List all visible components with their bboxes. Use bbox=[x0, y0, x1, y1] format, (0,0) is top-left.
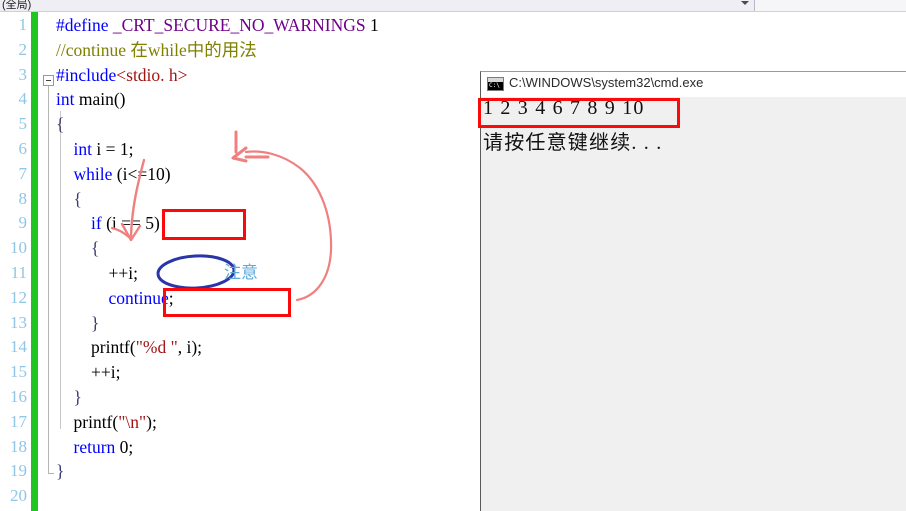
line-number: 3 bbox=[18, 64, 28, 84]
code-line[interactable]: //continue 在while中的用法 bbox=[56, 38, 257, 63]
code-line[interactable]: printf("\n"); bbox=[56, 410, 157, 435]
line-number: 19 bbox=[10, 461, 27, 481]
code-token: { bbox=[56, 238, 100, 259]
console-output-area[interactable]: 1 2 3 4 6 7 8 9 10 请按任意键继续. . . bbox=[481, 97, 906, 511]
line-number: 4 bbox=[18, 89, 28, 109]
highlight-box-condition bbox=[162, 209, 246, 240]
collapse-region-toggle[interactable] bbox=[43, 75, 54, 86]
code-token: #define bbox=[56, 15, 109, 35]
code-line[interactable]: { bbox=[56, 112, 64, 137]
line-number: 15 bbox=[10, 362, 27, 382]
code-line[interactable]: } bbox=[56, 459, 64, 484]
console-title-bar[interactable]: C:\ C:\WINDOWS\system32\cmd.exe bbox=[481, 72, 906, 97]
editor-navigation-bar: (全局) bbox=[0, 0, 906, 12]
code-line[interactable]: } bbox=[56, 311, 99, 336]
line-number: 14 bbox=[10, 337, 27, 357]
code-token: printf( bbox=[56, 411, 119, 432]
highlight-box-console-output bbox=[478, 98, 680, 128]
code-token: (i<=10) bbox=[112, 163, 171, 184]
line-number-gutter: 1 2 3 4 5 6 7 8 9 10 11 12 13 14 15 16 17 18 19 20 bbox=[0, 12, 30, 511]
code-line[interactable]: { bbox=[56, 187, 82, 212]
outlining-rail bbox=[43, 12, 55, 511]
code-line[interactable]: #define _CRT_SECURE_NO_WARNINGS 1 bbox=[56, 13, 379, 38]
code-token: } bbox=[56, 312, 100, 333]
line-number: 1 bbox=[18, 15, 28, 34]
code-token: _CRT_SECURE_NO_WARNINGS bbox=[112, 15, 366, 35]
line-number: 2 bbox=[18, 39, 28, 59]
line-number: 12 bbox=[10, 287, 27, 307]
code-token: ++i; bbox=[56, 362, 121, 383]
app-root: (全局) 1 2 3 4 5 6 7 8 9 10 11 12 13 14 15 16 17 18 19 20 #de… bbox=[0, 0, 906, 511]
scope-dropdown-label[interactable]: (全局) bbox=[2, 0, 31, 11]
code-token: printf( bbox=[56, 337, 136, 358]
code-token: continue bbox=[108, 287, 169, 308]
code-token: (i == 5) bbox=[101, 213, 160, 234]
code-text-area[interactable]: #define _CRT_SECURE_NO_WARNINGS 1//conti… bbox=[56, 12, 480, 511]
code-line[interactable]: while (i<=10) bbox=[56, 162, 171, 187]
line-number: 7 bbox=[18, 163, 28, 183]
code-token: 1 bbox=[365, 15, 379, 35]
code-line[interactable]: ++i; bbox=[56, 360, 120, 385]
line-number: 8 bbox=[18, 188, 28, 208]
code-line[interactable]: int main() bbox=[56, 87, 126, 112]
line-number: 5 bbox=[18, 114, 28, 134]
code-token: 0; bbox=[115, 436, 134, 457]
code-line[interactable]: { bbox=[56, 236, 99, 261]
code-token: #include bbox=[56, 64, 117, 85]
change-tracking-bar bbox=[31, 12, 38, 511]
code-token: , i); bbox=[177, 337, 203, 358]
code-token: { bbox=[56, 188, 82, 209]
line-number: 13 bbox=[10, 312, 27, 332]
outline-guide-line bbox=[48, 86, 49, 474]
code-token: while bbox=[73, 163, 113, 184]
code-token: } bbox=[56, 387, 82, 407]
highlight-box-continue bbox=[163, 288, 291, 317]
code-token: return bbox=[73, 436, 116, 457]
code-token: } bbox=[56, 461, 65, 482]
code-line[interactable]: printf("%d ", i); bbox=[56, 335, 202, 360]
code-token: <stdio. h> bbox=[116, 64, 188, 85]
code-token: { bbox=[56, 114, 65, 135]
outline-guide-end bbox=[48, 473, 54, 474]
code-line[interactable]: continue; bbox=[56, 286, 174, 311]
code-token: "%d " bbox=[135, 337, 178, 358]
line-number: 20 bbox=[10, 486, 27, 506]
code-token: "\n" bbox=[118, 411, 147, 432]
code-line[interactable]: return 0; bbox=[56, 435, 134, 460]
line-number: 18 bbox=[10, 436, 27, 456]
cmd-window-icon: C:\ bbox=[487, 77, 504, 91]
cmd-icon-prompt: C:\ bbox=[489, 82, 500, 89]
line-number: 11 bbox=[10, 263, 27, 282]
line-number: 17 bbox=[10, 411, 27, 431]
annotation-note-label: 注意 bbox=[224, 263, 258, 283]
code-line[interactable]: ++i; bbox=[56, 261, 138, 286]
code-line[interactable]: int i = 1; bbox=[56, 137, 134, 162]
line-number: 6 bbox=[18, 139, 28, 158]
code-token: int bbox=[73, 139, 92, 159]
code-token: int bbox=[56, 89, 75, 110]
code-token: i = 1; bbox=[91, 139, 134, 159]
code-token: //continue 在while中的用法 bbox=[56, 39, 257, 60]
console-title-text: C:\WINDOWS\system32\cmd.exe bbox=[509, 75, 704, 90]
code-line[interactable]: #include<stdio. h> bbox=[56, 63, 188, 88]
console-output-line: 请按任意键继续. . . bbox=[483, 132, 663, 154]
line-number: 10 bbox=[10, 238, 27, 258]
code-token: main() bbox=[74, 89, 126, 110]
navbar-right-pane bbox=[755, 0, 906, 11]
code-token: if bbox=[91, 213, 102, 234]
code-token: ); bbox=[146, 411, 157, 432]
line-number: 16 bbox=[10, 387, 27, 406]
line-number: 9 bbox=[18, 213, 28, 233]
code-line[interactable]: } bbox=[56, 385, 82, 410]
chevron-down-icon[interactable] bbox=[741, 1, 749, 5]
code-token: ++i; bbox=[56, 263, 138, 283]
console-window[interactable]: C:\ C:\WINDOWS\system32\cmd.exe 1 2 3 4 … bbox=[480, 71, 906, 511]
code-line[interactable]: if (i == 5) bbox=[56, 211, 160, 236]
